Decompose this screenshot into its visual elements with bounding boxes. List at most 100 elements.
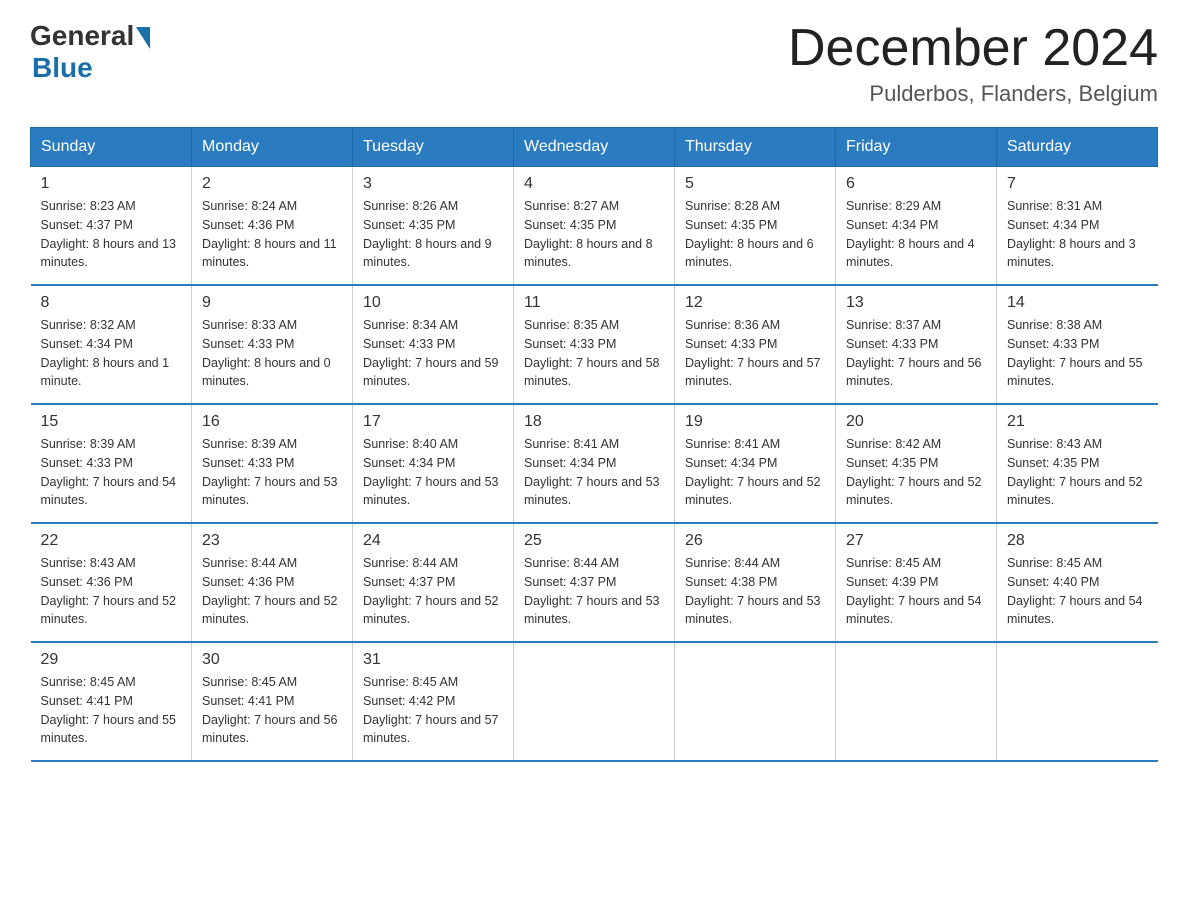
calendar-day-cell: 6 Sunrise: 8:29 AM Sunset: 4:34 PM Dayli… bbox=[836, 167, 997, 286]
day-info: Sunrise: 8:39 AM Sunset: 4:33 PM Dayligh… bbox=[41, 435, 182, 510]
day-number: 14 bbox=[1007, 294, 1148, 312]
day-number: 23 bbox=[202, 532, 342, 550]
day-number: 8 bbox=[41, 294, 182, 312]
day-number: 3 bbox=[363, 175, 503, 193]
calendar-day-cell bbox=[836, 642, 997, 761]
day-number: 13 bbox=[846, 294, 986, 312]
day-info: Sunrise: 8:44 AM Sunset: 4:38 PM Dayligh… bbox=[685, 554, 825, 629]
calendar-week-row: 8 Sunrise: 8:32 AM Sunset: 4:34 PM Dayli… bbox=[31, 285, 1158, 404]
day-info: Sunrise: 8:32 AM Sunset: 4:34 PM Dayligh… bbox=[41, 316, 182, 391]
day-info: Sunrise: 8:44 AM Sunset: 4:37 PM Dayligh… bbox=[363, 554, 503, 629]
day-info: Sunrise: 8:45 AM Sunset: 4:42 PM Dayligh… bbox=[363, 673, 503, 748]
calendar-table: SundayMondayTuesdayWednesdayThursdayFrid… bbox=[30, 127, 1158, 762]
day-info: Sunrise: 8:28 AM Sunset: 4:35 PM Dayligh… bbox=[685, 197, 825, 272]
day-info: Sunrise: 8:41 AM Sunset: 4:34 PM Dayligh… bbox=[685, 435, 825, 510]
day-info: Sunrise: 8:37 AM Sunset: 4:33 PM Dayligh… bbox=[846, 316, 986, 391]
calendar-day-cell: 19 Sunrise: 8:41 AM Sunset: 4:34 PM Dayl… bbox=[675, 404, 836, 523]
day-number: 16 bbox=[202, 413, 342, 431]
day-number: 25 bbox=[524, 532, 664, 550]
calendar-day-cell: 11 Sunrise: 8:35 AM Sunset: 4:33 PM Dayl… bbox=[514, 285, 675, 404]
calendar-day-cell: 22 Sunrise: 8:43 AM Sunset: 4:36 PM Dayl… bbox=[31, 523, 192, 642]
day-info: Sunrise: 8:45 AM Sunset: 4:41 PM Dayligh… bbox=[202, 673, 342, 748]
day-info: Sunrise: 8:31 AM Sunset: 4:34 PM Dayligh… bbox=[1007, 197, 1148, 272]
calendar-header-row: SundayMondayTuesdayWednesdayThursdayFrid… bbox=[31, 128, 1158, 167]
day-info: Sunrise: 8:43 AM Sunset: 4:35 PM Dayligh… bbox=[1007, 435, 1148, 510]
calendar-week-row: 1 Sunrise: 8:23 AM Sunset: 4:37 PM Dayli… bbox=[31, 167, 1158, 286]
day-number: 5 bbox=[685, 175, 825, 193]
day-info: Sunrise: 8:45 AM Sunset: 4:39 PM Dayligh… bbox=[846, 554, 986, 629]
day-info: Sunrise: 8:40 AM Sunset: 4:34 PM Dayligh… bbox=[363, 435, 503, 510]
calendar-day-cell: 2 Sunrise: 8:24 AM Sunset: 4:36 PM Dayli… bbox=[192, 167, 353, 286]
day-number: 4 bbox=[524, 175, 664, 193]
calendar-day-cell: 18 Sunrise: 8:41 AM Sunset: 4:34 PM Dayl… bbox=[514, 404, 675, 523]
calendar-day-cell: 31 Sunrise: 8:45 AM Sunset: 4:42 PM Dayl… bbox=[353, 642, 514, 761]
calendar-day-cell: 28 Sunrise: 8:45 AM Sunset: 4:40 PM Dayl… bbox=[997, 523, 1158, 642]
day-number: 29 bbox=[41, 651, 182, 669]
day-number: 7 bbox=[1007, 175, 1148, 193]
calendar-day-cell: 30 Sunrise: 8:45 AM Sunset: 4:41 PM Dayl… bbox=[192, 642, 353, 761]
day-of-week-header: Tuesday bbox=[353, 128, 514, 167]
logo-blue-text: Blue bbox=[32, 52, 93, 84]
calendar-day-cell: 29 Sunrise: 8:45 AM Sunset: 4:41 PM Dayl… bbox=[31, 642, 192, 761]
day-of-week-header: Thursday bbox=[675, 128, 836, 167]
calendar-day-cell: 14 Sunrise: 8:38 AM Sunset: 4:33 PM Dayl… bbox=[997, 285, 1158, 404]
day-info: Sunrise: 8:29 AM Sunset: 4:34 PM Dayligh… bbox=[846, 197, 986, 272]
day-number: 20 bbox=[846, 413, 986, 431]
logo: General Blue bbox=[30, 20, 150, 84]
day-number: 28 bbox=[1007, 532, 1148, 550]
day-number: 31 bbox=[363, 651, 503, 669]
day-number: 6 bbox=[846, 175, 986, 193]
day-info: Sunrise: 8:41 AM Sunset: 4:34 PM Dayligh… bbox=[524, 435, 664, 510]
day-info: Sunrise: 8:26 AM Sunset: 4:35 PM Dayligh… bbox=[363, 197, 503, 272]
calendar-day-cell: 24 Sunrise: 8:44 AM Sunset: 4:37 PM Dayl… bbox=[353, 523, 514, 642]
calendar-day-cell: 8 Sunrise: 8:32 AM Sunset: 4:34 PM Dayli… bbox=[31, 285, 192, 404]
calendar-day-cell: 1 Sunrise: 8:23 AM Sunset: 4:37 PM Dayli… bbox=[31, 167, 192, 286]
day-number: 12 bbox=[685, 294, 825, 312]
day-of-week-header: Friday bbox=[836, 128, 997, 167]
day-info: Sunrise: 8:45 AM Sunset: 4:40 PM Dayligh… bbox=[1007, 554, 1148, 629]
day-of-week-header: Sunday bbox=[31, 128, 192, 167]
day-info: Sunrise: 8:24 AM Sunset: 4:36 PM Dayligh… bbox=[202, 197, 342, 272]
day-info: Sunrise: 8:44 AM Sunset: 4:36 PM Dayligh… bbox=[202, 554, 342, 629]
calendar-day-cell: 27 Sunrise: 8:45 AM Sunset: 4:39 PM Dayl… bbox=[836, 523, 997, 642]
calendar-week-row: 22 Sunrise: 8:43 AM Sunset: 4:36 PM Dayl… bbox=[31, 523, 1158, 642]
day-number: 2 bbox=[202, 175, 342, 193]
day-number: 1 bbox=[41, 175, 182, 193]
day-of-week-header: Monday bbox=[192, 128, 353, 167]
calendar-day-cell: 15 Sunrise: 8:39 AM Sunset: 4:33 PM Dayl… bbox=[31, 404, 192, 523]
day-info: Sunrise: 8:43 AM Sunset: 4:36 PM Dayligh… bbox=[41, 554, 182, 629]
calendar-day-cell: 25 Sunrise: 8:44 AM Sunset: 4:37 PM Dayl… bbox=[514, 523, 675, 642]
day-info: Sunrise: 8:38 AM Sunset: 4:33 PM Dayligh… bbox=[1007, 316, 1148, 391]
day-number: 24 bbox=[363, 532, 503, 550]
calendar-day-cell: 13 Sunrise: 8:37 AM Sunset: 4:33 PM Dayl… bbox=[836, 285, 997, 404]
day-info: Sunrise: 8:23 AM Sunset: 4:37 PM Dayligh… bbox=[41, 197, 182, 272]
calendar-day-cell: 26 Sunrise: 8:44 AM Sunset: 4:38 PM Dayl… bbox=[675, 523, 836, 642]
day-number: 10 bbox=[363, 294, 503, 312]
day-number: 17 bbox=[363, 413, 503, 431]
month-title: December 2024 bbox=[788, 20, 1158, 77]
calendar-day-cell bbox=[514, 642, 675, 761]
calendar-day-cell: 5 Sunrise: 8:28 AM Sunset: 4:35 PM Dayli… bbox=[675, 167, 836, 286]
day-number: 27 bbox=[846, 532, 986, 550]
day-info: Sunrise: 8:45 AM Sunset: 4:41 PM Dayligh… bbox=[41, 673, 182, 748]
calendar-day-cell: 4 Sunrise: 8:27 AM Sunset: 4:35 PM Dayli… bbox=[514, 167, 675, 286]
day-info: Sunrise: 8:35 AM Sunset: 4:33 PM Dayligh… bbox=[524, 316, 664, 391]
day-number: 22 bbox=[41, 532, 182, 550]
day-number: 18 bbox=[524, 413, 664, 431]
day-of-week-header: Wednesday bbox=[514, 128, 675, 167]
day-number: 30 bbox=[202, 651, 342, 669]
day-number: 11 bbox=[524, 294, 664, 312]
day-info: Sunrise: 8:36 AM Sunset: 4:33 PM Dayligh… bbox=[685, 316, 825, 391]
day-info: Sunrise: 8:34 AM Sunset: 4:33 PM Dayligh… bbox=[363, 316, 503, 391]
day-number: 9 bbox=[202, 294, 342, 312]
calendar-day-cell bbox=[997, 642, 1158, 761]
calendar-day-cell: 21 Sunrise: 8:43 AM Sunset: 4:35 PM Dayl… bbox=[997, 404, 1158, 523]
calendar-day-cell: 12 Sunrise: 8:36 AM Sunset: 4:33 PM Dayl… bbox=[675, 285, 836, 404]
calendar-day-cell: 3 Sunrise: 8:26 AM Sunset: 4:35 PM Dayli… bbox=[353, 167, 514, 286]
day-number: 15 bbox=[41, 413, 182, 431]
calendar-day-cell bbox=[675, 642, 836, 761]
day-number: 26 bbox=[685, 532, 825, 550]
day-info: Sunrise: 8:39 AM Sunset: 4:33 PM Dayligh… bbox=[202, 435, 342, 510]
title-section: December 2024 Pulderbos, Flanders, Belgi… bbox=[788, 20, 1158, 107]
calendar-day-cell: 7 Sunrise: 8:31 AM Sunset: 4:34 PM Dayli… bbox=[997, 167, 1158, 286]
